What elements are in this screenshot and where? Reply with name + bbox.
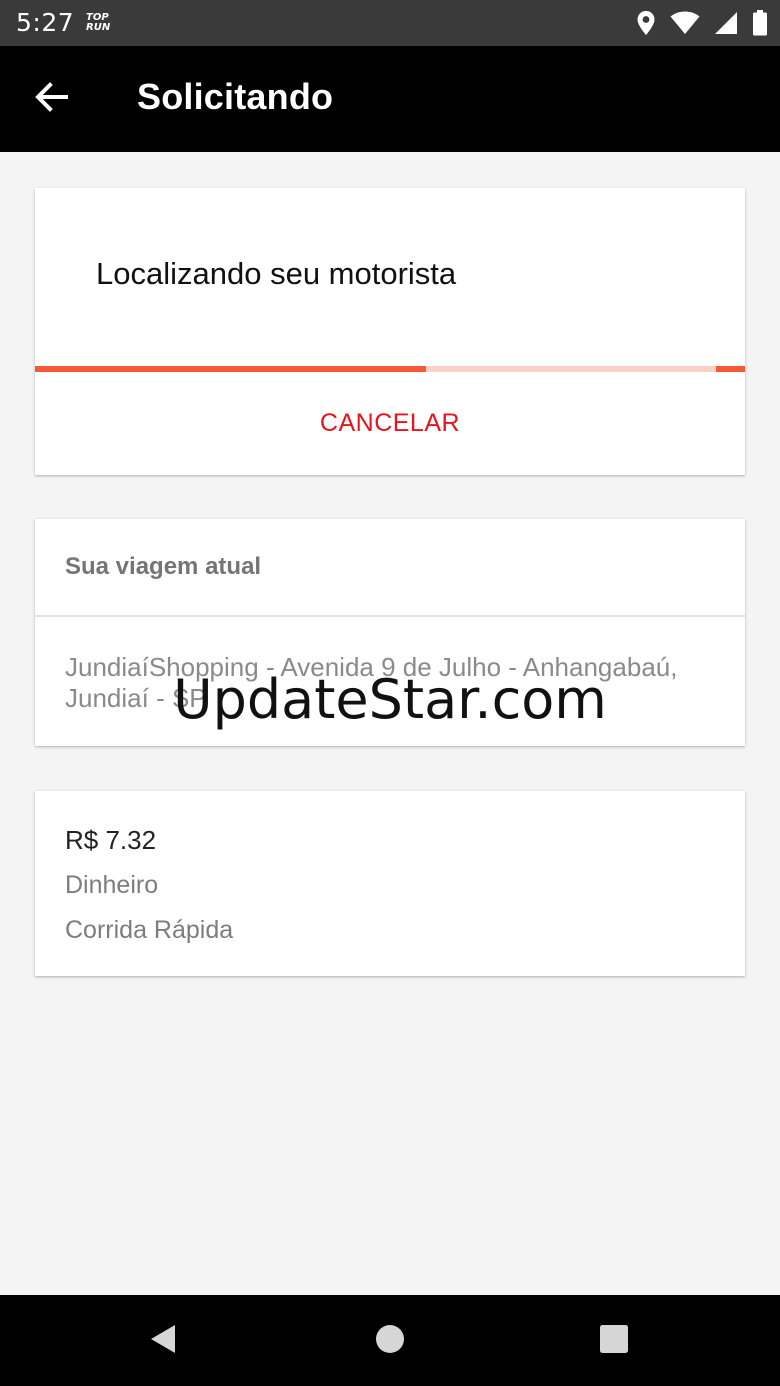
nav-home-button[interactable] [365,1317,415,1365]
trip-header: Sua viagem atual [65,553,262,580]
recents-square-icon [599,1324,629,1359]
back-button[interactable] [22,74,82,124]
page-title: Solicitando [137,76,334,117]
cancel-button[interactable]: CANCELAR [35,372,745,475]
status-time: 5:27 [16,8,75,37]
search-status-card: Localizando seu motorista CANCELAR [35,188,745,475]
wifi-icon [670,11,700,35]
app-notification-icon: TOP RUN [86,12,111,33]
system-nav-bar [0,1295,780,1386]
payment-card: R$ 7.32 Dinheiro Corrida Rápida [35,791,745,976]
nav-recents-button[interactable] [589,1317,639,1365]
location-icon [636,10,656,36]
search-status-message: Localizando seu motorista [96,256,457,291]
status-bar: 5:27 TOP RUN [0,0,780,46]
nav-back-button[interactable] [138,1317,188,1365]
trip-divider [35,615,745,617]
payment-method: Dinheiro [65,871,159,899]
back-triangle-icon [148,1323,178,1360]
battery-icon [752,10,768,36]
home-circle-icon [375,1324,405,1359]
trip-destination-address: JundiaíShopping - Avenida 9 de Julho - A… [65,652,678,713]
status-icons [636,9,768,37]
arrow-back-icon [35,81,69,117]
fare-amount: R$ 7.32 [65,825,157,855]
app-bar: Solicitando [0,46,780,152]
signal-icon [714,11,738,35]
ride-type: Corrida Rápida [65,916,234,944]
current-trip-card: Sua viagem atual JundiaíShopping - Aveni… [35,519,745,746]
